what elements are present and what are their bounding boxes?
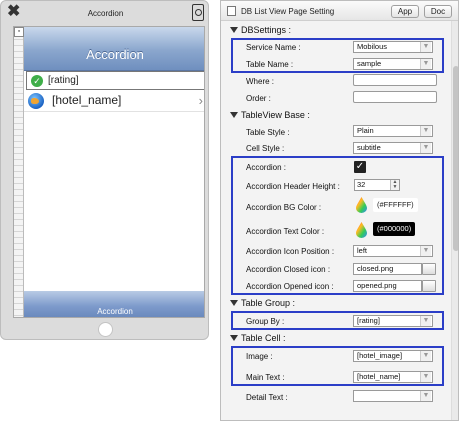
collapse-triangle-icon <box>230 300 238 306</box>
opened-icon-field[interactable]: opened.png <box>353 280 422 292</box>
table-row[interactable]: [hotel_name] › <box>24 90 204 112</box>
main-text-select[interactable]: [hotel_name] <box>353 371 433 383</box>
settings-panel: DB List View Page Setting App Doc DBSett… <box>220 0 459 421</box>
tab-label[interactable]: Accordion <box>24 307 204 316</box>
section-title: TableView Base : <box>241 110 310 120</box>
accordion-bg-color-label: Accordion BG Color : <box>246 203 322 212</box>
color-drop-svg <box>356 222 367 238</box>
order-label: Order : <box>246 94 271 103</box>
spin-arrows-icon[interactable]: ▲ ▼ <box>390 180 399 190</box>
cell-main-text: [hotel_name] <box>52 93 122 107</box>
color-drop-svg <box>356 197 367 213</box>
doc-button[interactable]: Doc <box>424 5 452 18</box>
accordion-opened-icon-label: Accordion Opened icon : <box>246 282 334 291</box>
main-text-label: Main Text : <box>246 373 285 382</box>
group-by-select[interactable]: [rating] <box>353 315 433 327</box>
phone-screen: ▫ Accordion ✓ [rating] [hotel_name] › Ac… <box>13 26 205 318</box>
section-db-settings[interactable]: DBSettings : <box>230 25 291 35</box>
section-table-cell[interactable]: Table Cell : <box>230 333 286 343</box>
nav-title: Accordion <box>86 47 144 62</box>
table-style-label: Table Style : <box>246 128 290 137</box>
accordion-label: Accordion : <box>246 163 287 172</box>
where-label: Where : <box>246 77 275 86</box>
group-by-label: Group By : <box>246 317 285 326</box>
bg-color-value: (#FFFFFF) <box>373 198 418 212</box>
table-style-select[interactable]: Plain <box>353 125 433 137</box>
accordion-text-color-label: Accordion Text Color : <box>246 227 325 236</box>
section-title: Table Cell : <box>241 333 286 343</box>
text-color-value: (#000000) <box>373 222 416 236</box>
scrollbar[interactable] <box>451 21 458 420</box>
app-button[interactable]: App <box>391 5 419 18</box>
check-circle-icon: ✓ <box>31 75 43 87</box>
tab-bar: Accordion <box>24 291 204 317</box>
group-header-label: [rating] <box>48 75 79 86</box>
home-button[interactable] <box>98 322 113 337</box>
color-drop-icon[interactable] <box>356 197 367 213</box>
collapse-triangle-icon <box>230 27 238 33</box>
ruler-corner: ▫ <box>14 27 24 37</box>
accordion-header-height-label: Accordion Header Height : <box>246 182 340 191</box>
table-name-select[interactable]: sample <box>353 58 433 70</box>
detail-text-select[interactable] <box>353 390 433 402</box>
section-title: Table Group : <box>241 298 296 308</box>
where-input[interactable] <box>353 74 437 86</box>
order-input[interactable] <box>353 91 437 103</box>
closed-icon-browse-button[interactable] <box>422 263 436 275</box>
image-select[interactable]: [hotel_image] <box>353 350 433 362</box>
cell-style-label: Cell Style : <box>246 144 285 153</box>
navigation-bar: Accordion <box>24 27 204 71</box>
section-tableview-base[interactable]: TableView Base : <box>230 110 310 120</box>
panel-header: DB List View Page Setting App Doc <box>221 1 458 21</box>
accordion-header-height-stepper[interactable]: 32 ▲ ▼ <box>354 179 400 191</box>
accordion-icon-position-select[interactable]: left <box>353 245 433 257</box>
service-name-select[interactable]: Mobilous <box>353 41 433 53</box>
detail-text-label: Detail Text : <box>246 393 288 402</box>
color-drop-icon[interactable] <box>356 222 367 238</box>
image-label: Image : <box>246 352 273 361</box>
closed-icon-field[interactable]: closed.png <box>353 263 422 275</box>
section-title: DBSettings : <box>241 25 292 35</box>
table-name-label: Table Name : <box>246 60 294 69</box>
scrollbar-thumb[interactable] <box>453 66 458 251</box>
service-name-label: Service Name : <box>246 43 301 52</box>
accordion-closed-icon-label: Accordion Closed icon : <box>246 265 331 274</box>
accordion-icon-position-label: Accordion Icon Position : <box>246 247 335 256</box>
collapse-triangle-icon <box>230 335 238 341</box>
accordion-group-header[interactable]: ✓ [rating] <box>26 71 204 90</box>
panel-title: DB List View Page Setting <box>241 7 335 16</box>
document-icon <box>227 6 236 16</box>
chevron-right-icon: › <box>198 93 203 108</box>
simulator-titlebar: ✖ Accordion <box>1 1 208 27</box>
accordion-checkbox[interactable]: ✓ <box>354 161 366 173</box>
globe-icon <box>28 93 44 109</box>
stepper-value: 32 <box>357 180 366 189</box>
opened-icon-browse-button[interactable] <box>422 280 436 292</box>
simulator-title: Accordion <box>87 9 124 18</box>
preview-icon[interactable] <box>192 4 204 21</box>
simulator-window: ✖ Accordion ▫ Accordion ✓ [rating] [hote… <box>0 0 209 340</box>
section-table-group[interactable]: Table Group : <box>230 298 295 308</box>
collapse-triangle-icon <box>230 112 238 118</box>
cell-style-select[interactable]: subtitle <box>353 142 433 154</box>
vertical-ruler <box>14 27 24 317</box>
